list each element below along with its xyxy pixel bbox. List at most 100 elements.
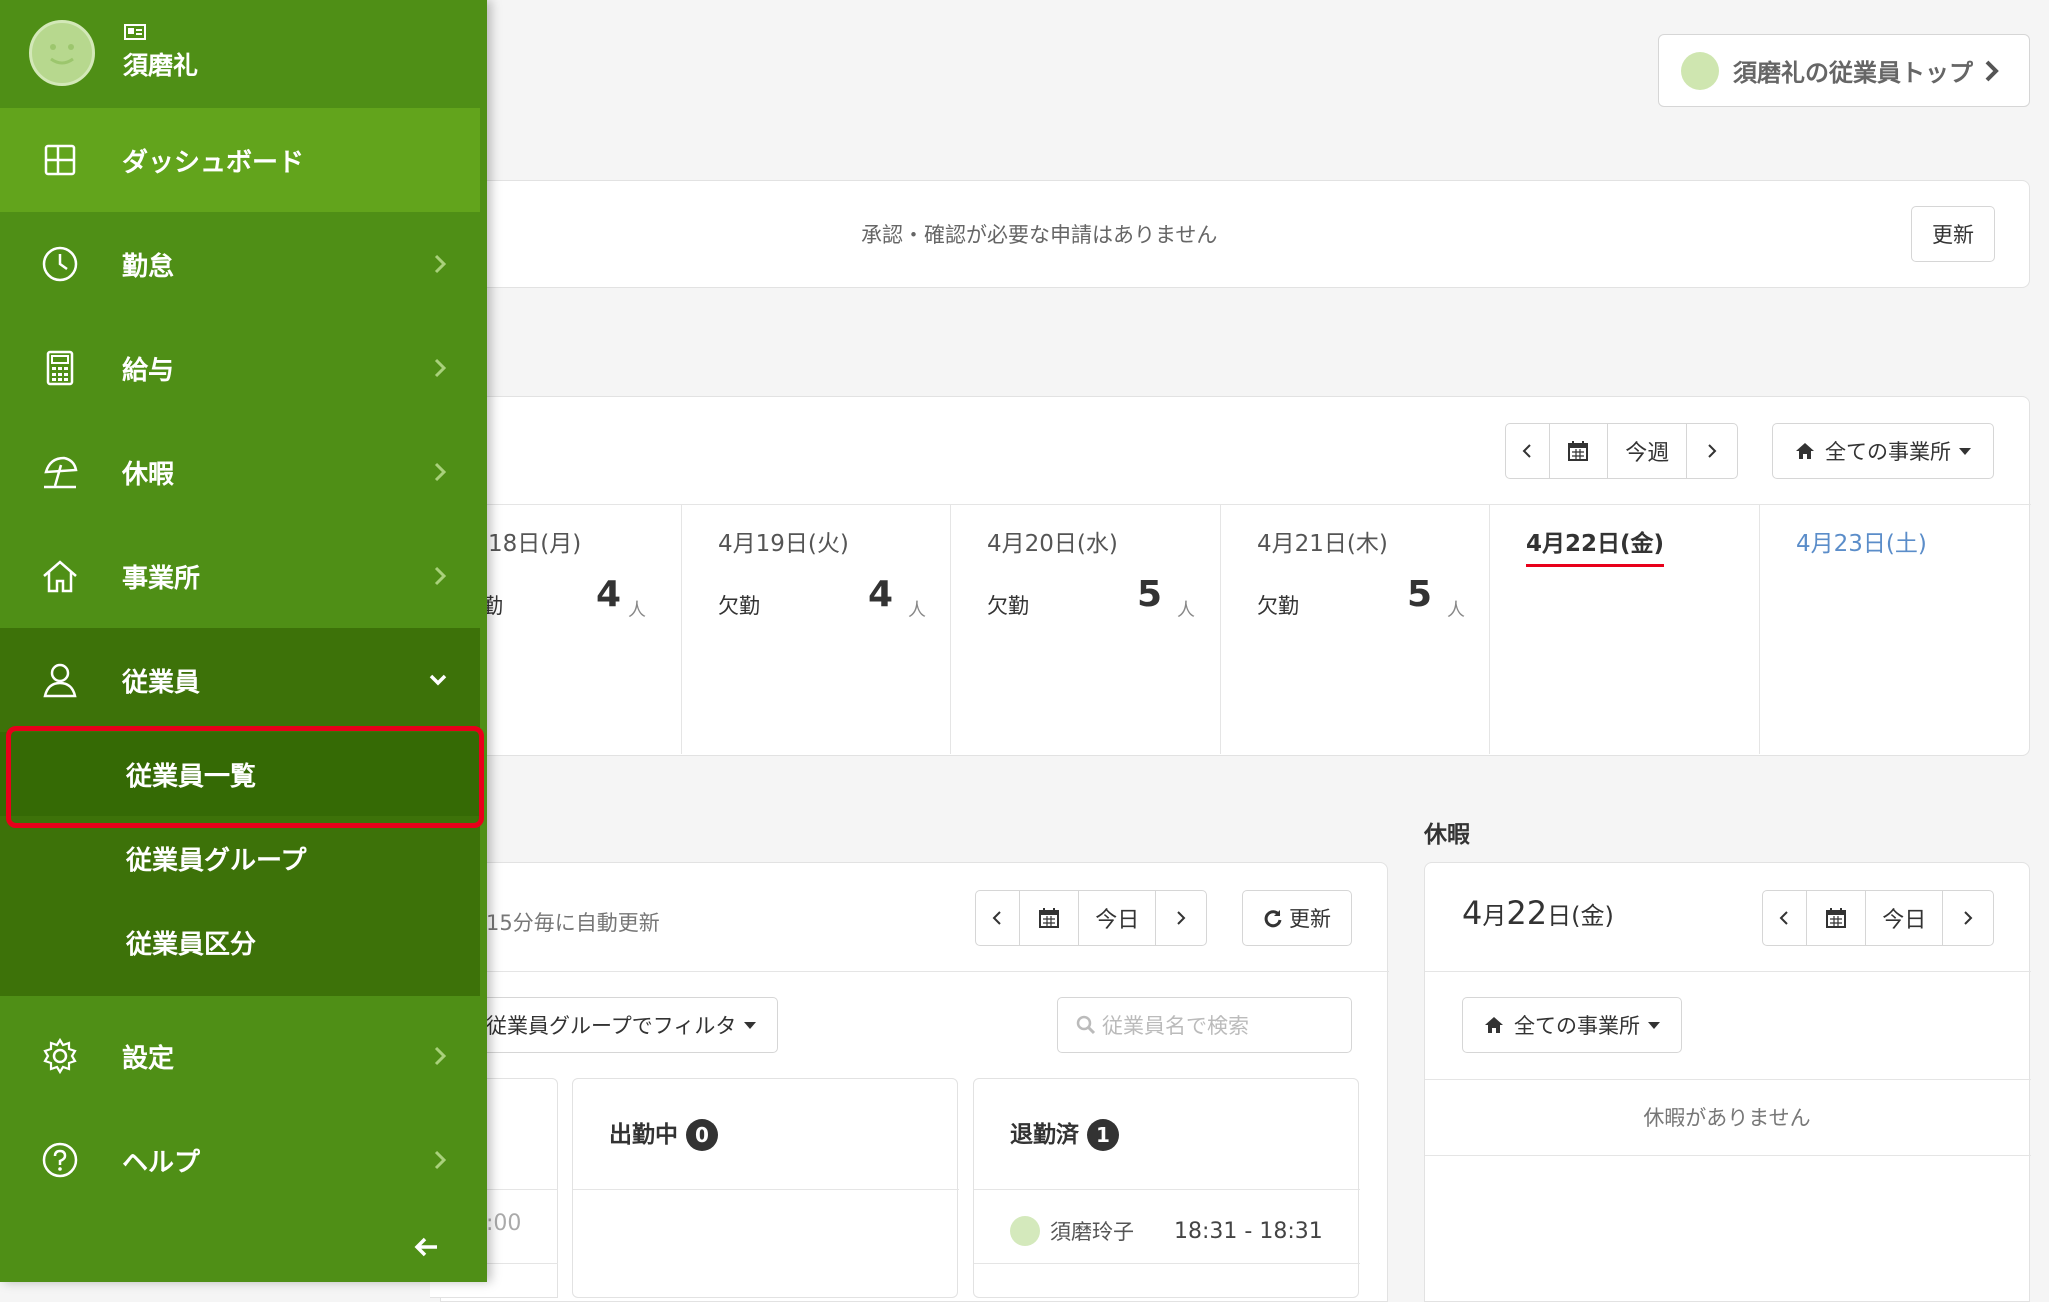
day-unit: 人	[1177, 600, 1195, 621]
sidebar-item-label: 休暇	[122, 459, 175, 490]
sidebar-item-attendance[interactable]: 勤怠	[0, 212, 480, 316]
day-unit: 人	[628, 600, 646, 621]
day-date: 18日(月)	[488, 531, 582, 557]
sidebar-item-leave[interactable]: 休暇	[0, 420, 480, 524]
approvals-card: 承認・確認が必要な申請はありません 更新	[440, 180, 2030, 288]
day-column-today: 4月22日(金)	[1490, 504, 1760, 754]
day-kind: 欠勤	[718, 594, 760, 618]
this-week-button[interactable]: 今週	[1608, 424, 1688, 478]
employee-top-button[interactable]: 須磨礼の従業員トップ	[1658, 34, 2030, 107]
next-day-button[interactable]	[1943, 891, 1993, 945]
chevron-right-icon	[434, 254, 447, 274]
day-navigator: 今日	[975, 890, 1207, 946]
sidebar-item-label: 設定	[122, 1043, 175, 1074]
sidebar-header: 須磨礼	[0, 0, 480, 108]
employee-time: 18:31 - 18:31	[1174, 1218, 1323, 1244]
day-count: 5	[1407, 574, 1433, 615]
sidebar-item-label: ヘルプ	[122, 1147, 201, 1178]
leave-date-day-unit: 日(金)	[1547, 902, 1614, 930]
day-kind: 欠勤	[1257, 594, 1299, 618]
next-day-button[interactable]	[1156, 891, 1206, 945]
employee-name: 須磨玲子	[1050, 1220, 1134, 1244]
next-week-button[interactable]	[1687, 424, 1737, 478]
id-card-icon	[124, 24, 146, 40]
today-button[interactable]: 今日	[1866, 891, 1944, 945]
sidebar: 須磨礼 ダッシュボード 勤怠 給与 休暇 事業所 従業員 従業員一覧 従業員グル…	[0, 0, 487, 1282]
working-count-badge: 0	[686, 1119, 718, 1151]
person-icon	[43, 663, 77, 698]
day-count: 4	[868, 574, 894, 615]
working-label: 出勤中	[609, 1122, 678, 1148]
sidebar-subitem-label: 従業員区分	[126, 929, 257, 960]
prev-day-button[interactable]	[976, 891, 1020, 945]
leave-office-label: 全ての事業所	[1514, 1014, 1640, 1038]
group-filter-label: 従業員グループでフィルタ	[486, 1014, 737, 1038]
sidebar-subitem-employee-types[interactable]: 従業員区分	[0, 900, 480, 984]
caret-down-icon	[744, 1021, 757, 1029]
sidebar-item-label: ダッシュボード	[122, 147, 305, 178]
home-icon	[1796, 443, 1814, 459]
chevron-left-icon	[1779, 911, 1789, 925]
table-row[interactable]: 須磨玲子 18:31 - 18:31	[1010, 1211, 1350, 1251]
chevron-right-icon	[1708, 444, 1717, 458]
approvals-refresh-button[interactable]: 更新	[1911, 206, 1995, 262]
search-input[interactable]: 従業員名で検索	[1057, 997, 1352, 1053]
left-header: 退勤済 1	[1010, 1115, 1119, 1151]
sidebar-item-dashboard[interactable]: ダッシュボード	[0, 108, 480, 212]
day-kind: 欠勤	[987, 594, 1029, 618]
sidebar-item-help[interactable]: ヘルプ	[0, 1108, 480, 1212]
calendar-button[interactable]	[1020, 891, 1080, 945]
chevron-right-icon	[1964, 911, 1973, 925]
attendance-refresh-button[interactable]: 更新	[1242, 890, 1352, 946]
avatar[interactable]	[29, 20, 95, 86]
day-date: 4月21日(木)	[1257, 531, 1388, 557]
calendar-button[interactable]	[1550, 424, 1609, 478]
group-filter-dropdown[interactable]: 従業員グループでフィルタ	[440, 997, 778, 1053]
left-label: 退勤済	[1010, 1122, 1079, 1148]
caret-down-icon	[1648, 1021, 1660, 1029]
day-column: 4月20日(水) 欠勤 5 人	[951, 504, 1221, 754]
chevron-left-icon	[1522, 444, 1532, 458]
leave-office-dropdown[interactable]: 全ての事業所	[1462, 997, 1682, 1053]
chevron-right-icon	[434, 358, 447, 378]
day-unit: 人	[908, 600, 926, 621]
beach-umbrella-icon	[44, 456, 78, 489]
attendance-refresh-label: 更新	[1289, 907, 1331, 931]
refresh-icon	[1264, 910, 1282, 928]
smiley-face-icon	[50, 44, 74, 65]
sidebar-item-settings[interactable]: 設定	[0, 1004, 480, 1108]
sidebar-item-office[interactable]: 事業所	[0, 524, 480, 628]
leave-date-month: 4	[1462, 894, 1483, 932]
chevron-down-icon	[429, 674, 447, 686]
day-date: 4月19日(火)	[718, 531, 849, 557]
chevron-right-icon	[434, 1046, 447, 1066]
sidebar-item-employees[interactable]: 従業員	[0, 628, 480, 732]
schedule-office-dropdown[interactable]: 全ての事業所	[1772, 423, 1994, 479]
highlight-box	[6, 726, 484, 828]
day-unit: 人	[1447, 600, 1465, 621]
search-icon	[1076, 1015, 1096, 1035]
dashboard-icon	[44, 144, 76, 176]
calculator-icon	[46, 350, 74, 386]
sidebar-subitem-employee-groups[interactable]: 従業員グループ	[0, 816, 480, 900]
sidebar-item-payroll[interactable]: 給与	[0, 316, 480, 420]
week-navigator: 今週	[1505, 423, 1738, 479]
chevron-left-icon	[992, 911, 1002, 925]
avatar	[1681, 51, 1719, 90]
prev-day-button[interactable]	[1763, 891, 1807, 945]
sidebar-subitem-label: 従業員グループ	[126, 845, 307, 876]
leave-day-navigator: 今日	[1762, 890, 1994, 946]
arrow-left-icon[interactable]	[413, 1236, 439, 1258]
sidebar-item-label: 給与	[122, 355, 175, 386]
working-column: 出勤中 0	[572, 1078, 959, 1298]
today-button[interactable]: 今日	[1079, 891, 1157, 945]
day-column: 4月21日(木) 欠勤 5 人	[1221, 504, 1490, 754]
caret-down-icon	[1959, 447, 1971, 455]
calendar-button[interactable]	[1807, 891, 1867, 945]
chevron-right-icon	[1985, 60, 1999, 81]
sidebar-item-label: 従業員	[122, 667, 201, 698]
leave-heading: 休暇	[1424, 822, 1470, 848]
home-icon	[1485, 1017, 1503, 1033]
prev-week-button[interactable]	[1506, 424, 1550, 478]
approvals-message: 承認・確認が必要な申請はありません	[861, 223, 1218, 247]
